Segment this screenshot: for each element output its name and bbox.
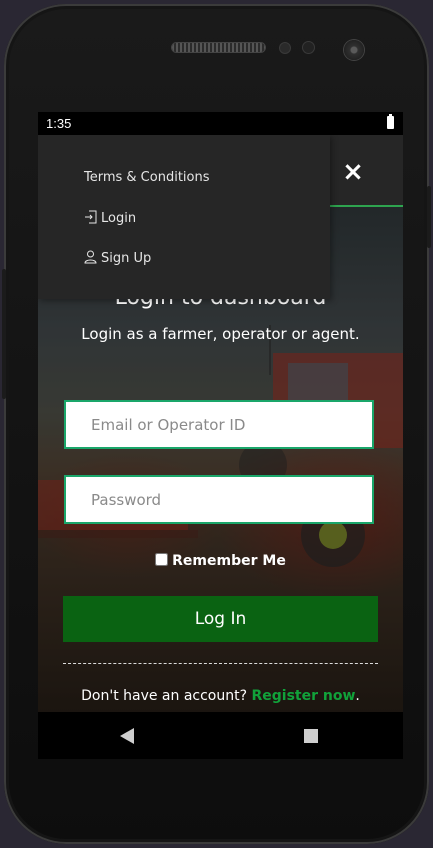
- signup-suffix: .: [355, 688, 360, 704]
- battery-icon: [387, 114, 394, 129]
- menu-item-label: Sign Up: [101, 251, 152, 266]
- remember-me-row: Remember Me: [38, 553, 403, 569]
- dropdown-menu: Terms & Conditions Login Sign Up: [38, 135, 330, 299]
- email-field[interactable]: [64, 400, 374, 449]
- password-field[interactable]: [64, 475, 374, 524]
- page-subtitle: Login as a farmer, operator or agent.: [81, 325, 360, 343]
- close-menu-button[interactable]: ×: [338, 157, 368, 187]
- light-sensor: [303, 42, 314, 53]
- menu-item-terms[interactable]: Terms & Conditions: [84, 170, 210, 185]
- front-camera: [344, 40, 364, 60]
- power-button: [427, 186, 431, 248]
- signup-prompt: Don't have an account? Register now.: [38, 688, 403, 704]
- phone-frame: 1:35 × Login to dashboard Login as a far…: [2, 4, 431, 844]
- screen: 1:35 × Login to dashboard Login as a far…: [38, 112, 403, 759]
- signup-prompt-text: Don't have an account?: [81, 688, 252, 704]
- menu-item-label: Terms & Conditions: [84, 170, 210, 185]
- status-time: 1:35: [46, 116, 72, 131]
- android-nav-bar: [38, 712, 403, 759]
- menu-item-label: Login: [101, 211, 137, 226]
- menu-item-login[interactable]: Login: [84, 210, 136, 226]
- proximity-sensor: [280, 43, 290, 53]
- register-link[interactable]: Register now: [252, 688, 356, 704]
- menu-item-signup[interactable]: Sign Up: [84, 250, 151, 266]
- back-icon[interactable]: [120, 728, 134, 744]
- earpiece-speaker: [172, 43, 265, 52]
- login-page: × Login to dashboard Login as a farmer, …: [38, 135, 403, 712]
- divider: [63, 663, 378, 664]
- recents-icon[interactable]: [304, 729, 318, 743]
- status-bar: 1:35: [38, 112, 403, 135]
- remember-me-checkbox[interactable]: [155, 553, 169, 566]
- login-button[interactable]: Log In: [63, 596, 378, 642]
- volume-button: [2, 269, 6, 399]
- user-icon: [84, 250, 97, 264]
- login-icon: [85, 210, 97, 224]
- remember-me-label[interactable]: Remember Me: [172, 553, 286, 569]
